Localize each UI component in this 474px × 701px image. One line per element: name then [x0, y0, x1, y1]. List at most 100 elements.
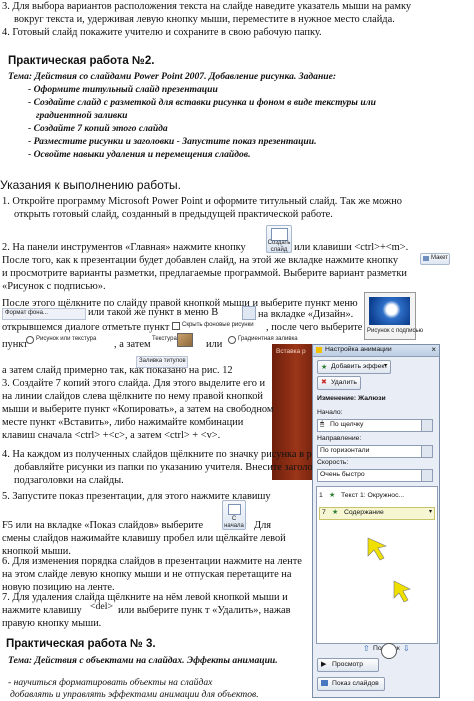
- direction-label: Направление:: [317, 435, 362, 442]
- direction-value: По горизонтали: [320, 447, 370, 454]
- slideshow-button[interactable]: Показ слайдов: [317, 677, 385, 691]
- step-2-line-1b: или клавиши <ctrl>+<m>.: [294, 242, 409, 253]
- chevron-down-icon: ▾: [383, 363, 387, 369]
- panel-icon: [316, 347, 322, 353]
- step-2-line-2: После того, как к презентации будет доба…: [2, 255, 399, 266]
- thumbnail-picture: [369, 297, 410, 325]
- preview-button[interactable]: ▶ Просмотр: [317, 658, 379, 672]
- add-effect-button[interactable]: ★ Добавить эффект ▾: [317, 360, 391, 374]
- thumbnail-caption: Рисунок с подписью: [367, 328, 424, 334]
- task-2: - Создайте слайд с разметкой для вставки…: [28, 97, 376, 108]
- task-3: - Создайте 7 копий этого слайда: [28, 123, 168, 134]
- format-bg-label: Формат фона...: [5, 310, 48, 316]
- step-6-line-1: 6. Для изменения порядка слайдов в презе…: [2, 556, 302, 567]
- textures-label: Текстура:: [152, 336, 179, 342]
- panel-titlebar: Настройка анимации ×: [313, 345, 439, 357]
- speed-dropdown[interactable]: Очень быстро: [317, 469, 433, 482]
- step-6-line-2: на этом слайде левую кнопку мыши и не от…: [2, 569, 292, 580]
- intro-line-2: вокруг текста и, удерживая левую кнопку …: [14, 14, 395, 25]
- start-dropdown[interactable]: 🖱 По щелчку: [317, 419, 433, 432]
- play-icon: ▶: [321, 661, 327, 668]
- chevron-down-icon: [421, 470, 432, 481]
- from-start-caption: С начала: [224, 516, 244, 529]
- task-2-cont: градиентной заливки: [36, 110, 128, 121]
- effect-star-icon: ★: [332, 509, 339, 516]
- step-2-line-4: «Рисунок с подписью».: [2, 281, 106, 292]
- step-7-line-2a: нажмите клавишу: [2, 605, 82, 616]
- item-2-number: 7: [322, 509, 326, 516]
- practical-2-theme: Тема: Действия со слайдами Power Point 2…: [8, 71, 337, 82]
- caption-slide-thumbnail: Рисунок с подписью: [364, 292, 423, 340]
- effect-star-icon: ★: [329, 492, 336, 499]
- practical-3-title: Практическая работа № 3.: [6, 638, 156, 650]
- animation-list: 1 ★ Текст 1: Окружнос... 7 ★ Содержание …: [316, 486, 438, 644]
- step-3-or: или: [206, 339, 223, 350]
- f5-line-2: смены слайдов нажимайте клавишу пробел и…: [2, 533, 286, 544]
- slideshow-icon: [228, 504, 241, 515]
- format-bg-menu-item: Формат фона...: [2, 308, 86, 320]
- insert-title-fragment: Вставка р: [276, 348, 306, 355]
- step-7-line-3: правую кнопку мыши.: [2, 618, 102, 629]
- close-icon[interactable]: ×: [431, 345, 436, 354]
- texture-label: Рисунок или текстура: [36, 336, 97, 342]
- mouse-icon: 🖱: [320, 421, 325, 428]
- hide-bg-checkbox-image: Скрыть фоновые рисунки: [172, 321, 264, 331]
- step-2-line-3: и просмотрите варианты разметки, предлаг…: [2, 268, 407, 279]
- instructions-heading: Указания к выполнению работы.: [0, 178, 182, 192]
- order-up-icon[interactable]: ⇧: [363, 644, 370, 653]
- create-slide-caption: Создать слайд: [267, 240, 291, 253]
- step-3-line-2: или такой же пункт в меню В: [88, 307, 219, 318]
- chevron-down-icon: [421, 420, 432, 431]
- checkbox-icon: [172, 322, 180, 330]
- intro-line-1: 3. Для выбора вариантов расположения тек…: [2, 1, 412, 12]
- step-4-line-2: добавляйте рисунки из папки по указанию …: [14, 462, 337, 473]
- motion-arrow-1: [367, 537, 387, 561]
- start-value: По щелчку: [330, 421, 364, 428]
- radio-icon: [228, 336, 236, 344]
- gradient-label: Градиентная заливка: [238, 336, 298, 342]
- autopreview-checkbox[interactable]: [381, 643, 397, 659]
- step-3-line-5: , после чего выберите: [266, 322, 363, 333]
- item-1-number: 1: [319, 492, 323, 499]
- custom-animation-panel: Настройка анимации × ★ Добавить эффект ▾…: [312, 344, 440, 698]
- step-3-line-3: на вкладке «Дизайн».: [258, 309, 354, 320]
- radio-icon: [26, 336, 34, 344]
- task-1: - Оформите титульный слайд презентации: [28, 84, 218, 95]
- task-4: - Разместите рисунки и заголовки - Запус…: [28, 136, 317, 147]
- practical-2-title: Практическая работа №2.: [8, 55, 155, 67]
- item-2-label: Содержание: [344, 509, 384, 516]
- step-3-line-4: открывшемся диалоге отметьте пункт: [2, 322, 170, 333]
- f5-line-1b: Для: [254, 520, 272, 531]
- hide-bg-label: Скрыть фоновые рисунки: [182, 322, 254, 328]
- panel-title: Настройка анимации: [325, 346, 392, 353]
- direction-dropdown[interactable]: По горизонтали: [317, 445, 433, 458]
- remove-icon: ✖: [321, 379, 327, 386]
- remove-label: Удалить: [331, 379, 357, 386]
- step-3b-line-5: клавиш сначала <ctrl> +<c>, а затем <ctr…: [2, 430, 221, 441]
- practical-3-task-2: добавлять и управлять эффектами анимации…: [10, 689, 259, 700]
- step-7-line-1: 7. Для удаления слайда щёлкните на нём л…: [2, 592, 288, 603]
- star-icon: ★: [321, 364, 328, 371]
- order-down-icon[interactable]: ⇩: [403, 644, 410, 653]
- format-bg-design-icon: [242, 306, 256, 320]
- speed-label: Скорость:: [317, 459, 349, 466]
- animation-item-1[interactable]: 1 ★ Текст 1: Окружнос...: [319, 491, 433, 502]
- chevron-down-icon: ▾: [428, 509, 432, 515]
- fill-title-label: Заливка титулов: [139, 358, 186, 364]
- add-effect-label: Добавить эффект: [331, 363, 388, 370]
- step-7-line-2b: или выберите пунк т «Удалить», нажав: [118, 605, 291, 616]
- speed-value: Очень быстро: [320, 471, 365, 478]
- animation-item-2[interactable]: 7 ★ Содержание ▾: [319, 507, 435, 520]
- step-3-then: , а затем: [114, 339, 151, 350]
- slideshow-icon: [321, 680, 328, 686]
- slideshow-label: Показ слайдов: [332, 680, 379, 687]
- practical-3-theme: Тема: Действия с объектами на слайдах. Э…: [8, 655, 278, 666]
- step-3b-line-2: на линии слайдов слева щёлкните по нему …: [2, 391, 263, 402]
- step-3b-line-1: 3. Создайте 7 копий этого слайда. Для эт…: [2, 378, 266, 389]
- preview-label: Просмотр: [332, 661, 364, 668]
- motion-arrow-2: [393, 580, 411, 603]
- task-5: - Освойте навыки удаления и перемещения …: [28, 149, 251, 160]
- remove-button[interactable]: ✖ Удалить: [317, 376, 361, 390]
- create-slide-button-image: Создать слайд: [266, 225, 292, 253]
- chevron-down-icon: [421, 446, 432, 457]
